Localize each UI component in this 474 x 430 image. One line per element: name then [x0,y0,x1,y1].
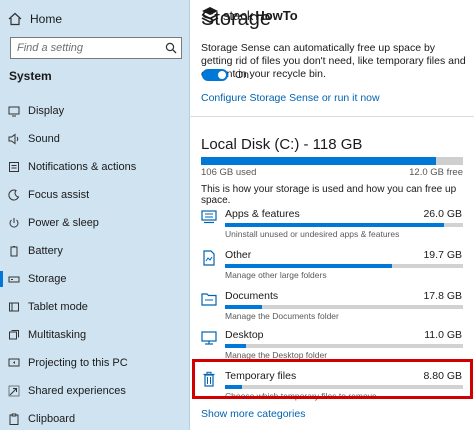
sidebar-item-clipboard[interactable]: Clipboard [0,405,190,430]
sidebar-item-label: Sound [28,133,60,145]
sidebar-item-shared-experiences[interactable]: Shared experiences [0,377,190,405]
storage-sense-toggle-row: On [202,69,249,81]
notifications-icon [0,161,28,173]
category-usage-fill [225,264,392,268]
search-box[interactable] [10,37,182,59]
home-icon [0,12,30,26]
sidebar-item-projecting[interactable]: Projecting to this PC [0,349,190,377]
category-size: 19.7 GB [423,249,462,261]
projecting-icon [0,357,28,369]
category-usage-fill [225,305,262,309]
category-name: Other [225,249,252,261]
sidebar-item-storage[interactable]: Storage [0,265,190,293]
clipboard-icon [0,413,28,425]
multitasking-icon [0,329,28,341]
sidebar-item-label: Multitasking [28,329,87,341]
brand-text-howto: HowTo [255,7,298,23]
category-apps-features[interactable]: Apps & features 26.0 GB Uninstall unused… [190,206,474,248]
category-documents[interactable]: Documents 17.8 GB Manage the Documents f… [190,288,474,330]
home-label: Home [30,12,63,26]
sidebar-item-display[interactable]: Display [0,97,190,125]
tablet-icon [0,301,28,313]
power-icon [0,217,28,229]
category-description: Manage the Documents folder [225,311,339,321]
sidebar-item-multitasking[interactable]: Multitasking [0,321,190,349]
category-other[interactable]: Other 19.7 GB Manage other large folders [190,247,474,289]
storage-icon [0,273,28,285]
category-size: 17.8 GB [423,290,462,302]
sidebar-item-label: Display [28,105,65,117]
disk-usage-fill [201,157,437,165]
battery-icon [0,245,28,257]
sidebar-item-tablet-mode[interactable]: Tablet mode [0,293,190,321]
apps-icon [200,208,218,226]
disk-title: Local Disk (C:) - 118 GB [201,136,363,153]
section-title: System [9,69,52,83]
category-usage-fill [225,344,247,348]
sidebar-item-label: Storage [28,273,67,285]
disk-free-label: 12.0 GB free [409,167,463,178]
disk-usage-bar [201,157,463,165]
category-usage-fill [225,223,444,227]
sidebar-item-label: Projecting to this PC [28,357,128,369]
category-usage-bar [225,344,463,348]
temporary-files-highlight-box [192,359,473,399]
category-size: 26.0 GB [423,208,462,220]
brand-watermark: stack HowTo [201,6,298,24]
toggle-knob [218,71,226,79]
category-size: 11.0 GB [424,329,462,341]
sidebar-item-label: Clipboard [28,413,76,425]
sidebar-item-label: Shared experiences [28,385,126,397]
active-indicator [0,271,3,287]
category-name: Apps & features [225,208,300,220]
divider [190,116,474,117]
other-icon [200,249,218,267]
show-more-categories-link[interactable]: Show more categories [201,408,305,420]
sidebar-item-focus-assist[interactable]: Focus assist [0,181,190,209]
speaker-icon [0,133,28,145]
sidebar-item-notifications[interactable]: Notifications & actions [0,153,190,181]
sidebar-item-power-sleep[interactable]: Power & sleep [0,209,190,237]
configure-storage-sense-link[interactable]: Configure Storage Sense or run it now [201,92,380,104]
category-usage-bar [225,264,463,268]
sidebar-item-label: Battery [28,245,63,257]
category-name: Desktop [225,329,264,341]
sidebar-item-label: Tablet mode [28,301,88,313]
sidebar-item-label: Notifications & actions [28,161,137,173]
sidebar-item-battery[interactable]: Battery [0,237,190,265]
toggle-state-label: On [235,69,250,81]
search-input[interactable] [11,39,161,57]
search-icon[interactable] [161,42,181,54]
category-usage-bar [225,305,463,309]
moon-icon [0,189,28,201]
sidebar-item-label: Power & sleep [28,217,99,229]
sidebar-item-label: Focus assist [28,189,90,201]
desktop-icon [200,329,218,347]
documents-icon [200,290,218,308]
sidebar-item-sound[interactable]: Sound [0,125,190,153]
stackhowto-logo-icon [201,7,219,23]
storage-usage-intro: This is how your storage is used and how… [201,184,457,206]
sidebar: Home System Display Sound Notifications … [0,0,190,430]
home-link[interactable]: Home [0,8,190,30]
category-usage-bar [225,223,463,227]
disk-used-label: 106 GB used [201,167,257,178]
nav-list: Display Sound Notifications & actions Fo… [0,97,190,430]
category-name: Documents [225,290,279,302]
category-description: Uninstall unused or undesired apps & fea… [225,229,400,239]
display-icon [0,105,28,117]
storage-sense-toggle[interactable] [202,69,228,81]
shared-icon [0,385,28,397]
brand-text-stack: stack [223,7,254,23]
category-description: Manage other large folders [225,270,327,280]
